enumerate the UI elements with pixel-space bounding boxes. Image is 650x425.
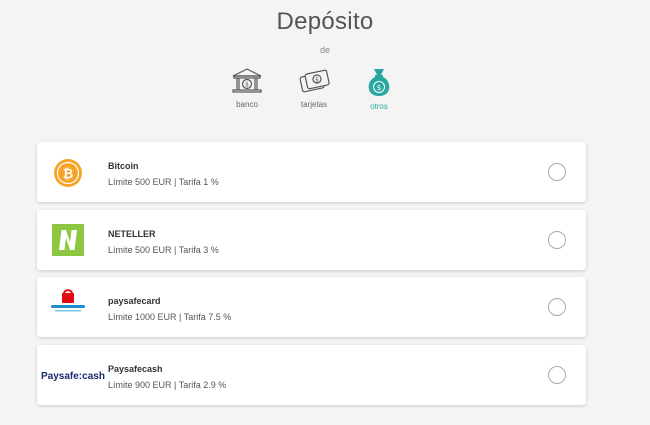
neteller-logo: [37, 210, 99, 270]
method-limits: Límite 1000 EUR | Tarifa 7.5 %: [108, 312, 232, 322]
method-limits: Límite 900 EUR | Tarifa 2.9 %: [108, 380, 227, 390]
select-radio[interactable]: [548, 298, 566, 316]
select-radio[interactable]: [548, 366, 566, 384]
svg-text:$: $: [377, 84, 381, 92]
deposit-category-tabs: $ banco $ tarjetas $ otros: [0, 66, 650, 126]
tab-tarjetas[interactable]: $ tarjetas: [284, 66, 344, 109]
svg-text:$: $: [245, 82, 249, 89]
bank-icon: $: [232, 68, 262, 93]
paysafecash-logo-text: Paysafe:cash: [41, 371, 105, 382]
method-limits: Límite 500 EUR | Tarifa 3 %: [108, 245, 219, 255]
method-name: NETELLER: [108, 229, 156, 239]
select-radio[interactable]: [548, 163, 566, 181]
tab-tarjetas-label: tarjetas: [300, 100, 328, 109]
page-subtitle: de: [319, 45, 330, 55]
tab-banco-label: banco: [236, 100, 258, 109]
tab-banco[interactable]: $ banco: [217, 66, 277, 109]
paysafecash-logo: Paysafe:cash: [37, 345, 105, 405]
money-bag-icon: $: [368, 69, 390, 96]
select-radio[interactable]: [548, 231, 566, 249]
payment-method-paysafecard[interactable]: paysafecard Límite 1000 EUR | Tarifa 7.5…: [37, 277, 586, 337]
card-icon: $: [299, 69, 330, 93]
method-name: paysafecard: [108, 296, 161, 306]
method-name: Paysafecash: [108, 364, 163, 374]
method-limits: Límite 500 EUR | Tarifa 1 %: [108, 177, 219, 187]
tab-otros[interactable]: $ otros: [349, 66, 409, 111]
tab-otros-label: otros: [370, 102, 388, 111]
payment-method-bitcoin[interactable]: ₿ Bitcoin Límite 500 EUR | Tarifa 1 %: [37, 142, 586, 202]
page-title: Depósito: [276, 8, 374, 35]
method-name: Bitcoin: [108, 161, 139, 171]
svg-text:₿: ₿: [63, 167, 74, 182]
paysafecard-logo: [37, 277, 99, 337]
payment-method-neteller[interactable]: NETELLER Límite 500 EUR | Tarifa 3 %: [37, 210, 586, 270]
payment-method-paysafecash[interactable]: Paysafe:cash Paysafecash Límite 900 EUR …: [37, 345, 586, 405]
svg-text:$: $: [315, 77, 319, 84]
bitcoin-icon: ₿: [37, 142, 99, 202]
